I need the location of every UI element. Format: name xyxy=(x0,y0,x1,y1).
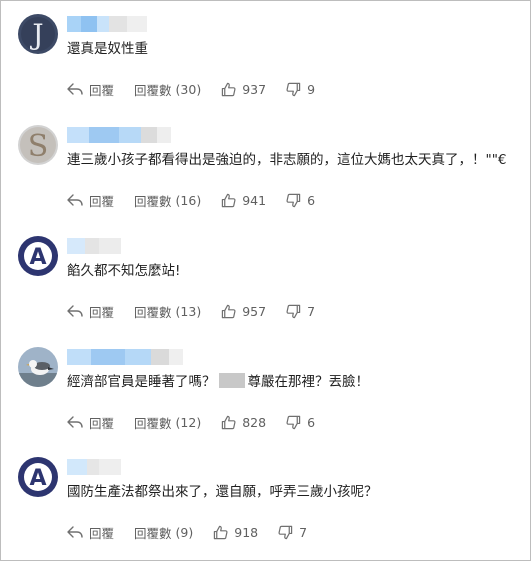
replies-count-button[interactable]: 回覆數 (9) xyxy=(134,523,193,542)
avatar[interactable]: S xyxy=(18,125,58,165)
thumbs-up-icon xyxy=(222,193,236,207)
avatar-letter: J xyxy=(29,18,43,51)
comment-actions: 回覆 回覆數 (30) 937 9 xyxy=(67,80,315,98)
replies-label: 回覆數 xyxy=(134,525,172,541)
bird-icon xyxy=(18,347,58,387)
dislike-button[interactable]: 7 xyxy=(286,304,315,319)
username-redacted xyxy=(67,459,121,475)
thumbs-down-icon xyxy=(278,525,293,539)
replies-count-button[interactable]: 回覆數 (12) xyxy=(134,413,201,432)
comment-text: 連三歲小孩子都看得出是強迫的，非志願的，這位大媽也太天真了，！""€ xyxy=(67,152,507,168)
thumbs-down-icon xyxy=(286,193,301,207)
dislike-count: 7 xyxy=(299,524,308,540)
like-button[interactable]: 941 xyxy=(221,193,266,208)
redacted-name xyxy=(218,373,245,388)
replies-count: (12) xyxy=(175,414,202,430)
username-redacted xyxy=(67,349,183,365)
dislike-count: 9 xyxy=(307,81,316,97)
like-button[interactable]: 937 xyxy=(221,82,266,97)
reply-button[interactable]: 回覆 xyxy=(67,80,114,99)
avatar[interactable]: J xyxy=(18,14,58,54)
replies-label: 回覆數 xyxy=(134,304,172,320)
comment-text: 經濟部官員是睡著了嗎？ 尊嚴在那裡？丟臉！ xyxy=(67,373,369,391)
replies-label: 回覆數 xyxy=(134,193,172,209)
dislike-count: 7 xyxy=(307,303,316,319)
like-count: 828 xyxy=(242,414,267,430)
reply-arrow-icon xyxy=(67,416,83,428)
replies-label: 回覆數 xyxy=(134,82,172,98)
thumbs-down-icon xyxy=(286,415,301,429)
like-button[interactable]: 957 xyxy=(221,304,266,319)
avatar[interactable]: A xyxy=(18,236,58,276)
username-redacted xyxy=(67,127,171,143)
reply-arrow-icon xyxy=(67,305,83,317)
reply-label: 回覆 xyxy=(89,415,115,431)
thumbs-up-icon xyxy=(214,525,228,539)
replies-count: (13) xyxy=(175,303,202,319)
dislike-count: 6 xyxy=(307,192,316,208)
dislike-button[interactable]: 9 xyxy=(286,82,315,97)
comment-actions: 回覆 回覆數 (13) 957 7 xyxy=(67,302,315,320)
reply-arrow-icon xyxy=(67,83,83,95)
dislike-count: 6 xyxy=(307,414,316,430)
replies-label: 回覆數 xyxy=(134,415,172,431)
replies-count: (30) xyxy=(175,81,202,97)
dislike-button[interactable]: 7 xyxy=(278,525,307,540)
replies-count-button[interactable]: 回覆數 (13) xyxy=(134,302,201,321)
replies-count: (16) xyxy=(175,192,202,208)
thumbs-down-icon xyxy=(286,304,301,318)
reply-button[interactable]: 回覆 xyxy=(67,523,114,542)
reply-label: 回覆 xyxy=(89,193,115,209)
reply-arrow-icon xyxy=(67,194,83,206)
thumbs-up-icon xyxy=(222,415,236,429)
dislike-button[interactable]: 6 xyxy=(286,193,315,208)
comment-actions: 回覆 回覆數 (9) 918 7 xyxy=(67,523,307,541)
avatar-letter: S xyxy=(28,129,49,164)
reply-button[interactable]: 回覆 xyxy=(67,413,114,432)
like-button[interactable]: 918 xyxy=(213,525,258,540)
comment-text: 餡久都不知怎麼站! xyxy=(67,263,181,279)
comment-text: 國防生產法都祭出來了，還自願，呼弄三歲小孩呢？ xyxy=(67,484,378,500)
reply-arrow-icon xyxy=(67,526,83,538)
avatar-letter: A xyxy=(29,245,46,270)
comment-actions: 回覆 回覆數 (12) 828 6 xyxy=(67,413,315,431)
like-count: 957 xyxy=(242,303,267,319)
like-count: 918 xyxy=(234,524,259,540)
replies-count-button[interactable]: 回覆數 (16) xyxy=(134,191,201,210)
replies-count: (9) xyxy=(175,524,194,540)
like-count: 941 xyxy=(242,192,267,208)
comment-actions: 回覆 回覆數 (16) 941 6 xyxy=(67,191,315,209)
reply-label: 回覆 xyxy=(89,304,115,320)
like-count: 937 xyxy=(242,81,267,97)
avatar-letter: A xyxy=(29,466,46,491)
comment-text: 還真是奴性重 xyxy=(67,41,148,57)
like-button[interactable]: 828 xyxy=(221,415,266,430)
replies-count-button[interactable]: 回覆數 (30) xyxy=(134,80,201,99)
username-redacted xyxy=(67,238,121,254)
dislike-button[interactable]: 6 xyxy=(286,415,315,430)
avatar[interactable]: A xyxy=(18,457,58,497)
avatar[interactable] xyxy=(18,347,58,387)
reply-label: 回覆 xyxy=(89,525,115,541)
comment-text-part: 經濟部官員是睡著了嗎？ xyxy=(67,374,216,390)
thumbs-up-icon xyxy=(222,82,236,96)
comment-text-part: 尊嚴在那裡？丟臉！ xyxy=(247,374,370,390)
username-redacted xyxy=(67,16,147,32)
reply-button[interactable]: 回覆 xyxy=(67,302,114,321)
thumbs-up-icon xyxy=(222,304,236,318)
thumbs-down-icon xyxy=(286,82,301,96)
reply-label: 回覆 xyxy=(89,82,115,98)
reply-button[interactable]: 回覆 xyxy=(67,191,114,210)
